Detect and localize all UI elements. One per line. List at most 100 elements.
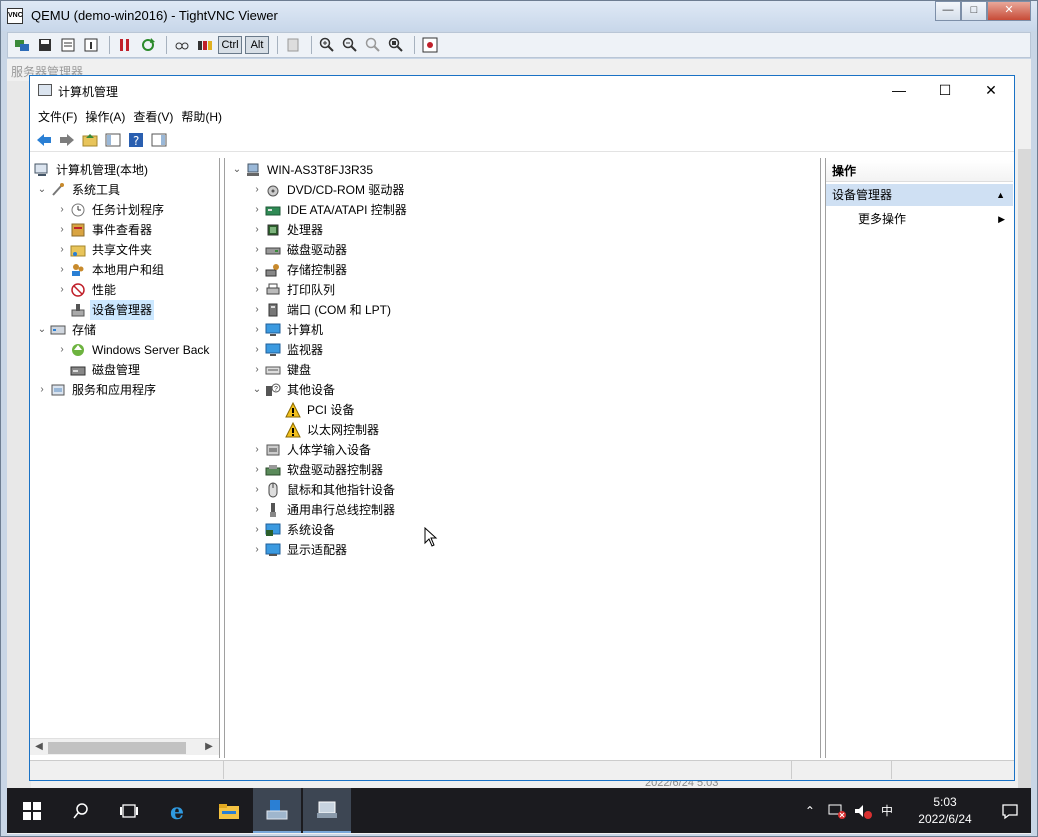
background-window-scrollbar[interactable] [1018,149,1031,789]
device-category[interactable]: › DVD/CD-ROM 驱动器 [249,180,406,200]
mmc-close-button[interactable]: ✕ [968,76,1014,106]
menu-help[interactable]: 帮助(H) [181,106,230,126]
chevron-up-icon[interactable]: ⌃ [805,804,815,818]
forward-arrow-icon[interactable] [57,130,77,150]
tree-item-performance[interactable]: › 性能 [54,280,118,300]
device-category[interactable]: ⌄? 其他设备 [249,380,337,400]
device-category[interactable]: › IDE ATA/ATAPI 控制器 [249,200,409,220]
chevron-right-icon[interactable]: › [249,342,265,358]
device-item-unknown[interactable]: PCI 设备 [269,400,356,420]
volume-muted-icon[interactable] [853,803,873,819]
clipboard-icon[interactable] [283,35,303,55]
chevron-right-icon[interactable]: › [249,462,265,478]
more-actions-item[interactable]: 更多操作 ▶ [826,208,1013,230]
chevron-right-icon[interactable]: › [249,522,265,538]
start-button[interactable] [7,788,57,833]
refresh-icon[interactable] [138,35,158,55]
options-icon[interactable] [58,35,78,55]
tree-item-system-tools[interactable]: ⌄ 系统工具 [34,180,122,200]
menu-action[interactable]: 操作(A) [85,106,133,126]
pause-icon[interactable] [115,35,135,55]
horizontal-scrollbar[interactable]: ◀ ▶ [30,738,219,755]
tree-item-task-scheduler[interactable]: › 任务计划程序 [54,200,166,220]
chevron-right-icon[interactable]: › [54,202,70,218]
ctrl-key-button[interactable]: Ctrl [218,36,242,54]
new-connection-icon[interactable] [12,35,32,55]
chevron-right-icon[interactable]: › [249,242,265,258]
task-view-button[interactable] [105,788,153,833]
chevron-right-icon[interactable]: › [249,322,265,338]
scroll-right-icon[interactable]: ▶ [202,740,216,754]
chevron-right-icon[interactable]: › [54,242,70,258]
tree-item-shared-folders[interactable]: › 共享文件夹 [54,240,154,260]
tree-item-local-users[interactable]: › 本地用户和组 [54,260,166,280]
chevron-right-icon[interactable]: › [54,342,70,358]
taskbar-computer-management[interactable] [303,788,351,833]
chevron-right-icon[interactable]: › [249,302,265,318]
device-category[interactable]: › 处理器 [249,220,325,240]
device-category[interactable]: › 监视器 [249,340,325,360]
tree-item-computer-management[interactable]: 计算机管理(本地) [34,160,150,180]
chevron-right-icon[interactable]: › [249,482,265,498]
chevron-right-icon[interactable]: › [54,262,70,278]
show-hide-tree-icon[interactable] [103,130,123,150]
device-category[interactable]: › 计算机 [249,320,325,340]
tree-item-computer[interactable]: ⌄ WIN-AS3T8FJ3R35 [229,160,375,180]
chevron-right-icon[interactable]: › [249,262,265,278]
taskbar-internet-explorer[interactable]: e [155,788,203,833]
chevron-down-icon[interactable]: ⌄ [229,162,245,178]
chevron-right-icon[interactable]: › [54,282,70,298]
chevron-right-icon[interactable]: › [249,202,265,218]
device-category[interactable]: › 显示适配器 [249,540,349,560]
collapse-up-icon[interactable]: ▲ [996,184,1005,206]
chevron-down-icon[interactable]: ⌄ [249,382,265,398]
device-category[interactable]: › 系统设备 [249,520,337,540]
fullscreen-icon[interactable] [420,35,440,55]
vnc-titlebar[interactable]: VNC QEMU (demo-win2016) - TightVNC Viewe… [1,1,1037,31]
tree-item-event-viewer[interactable]: › 事件查看器 [54,220,154,240]
zoom-100-icon[interactable] [363,35,383,55]
tree-item-services-apps[interactable]: › 服务和应用程序 [34,380,158,400]
mmc-maximize-button[interactable]: ☐ [922,76,968,106]
chevron-down-icon[interactable]: ⌄ [34,322,50,338]
notification-icon[interactable] [1001,802,1019,820]
remote-desktop[interactable]: 服务器管理器 2022/6/24 5:03 计算机管理 — ☐ ✕ 文件(F) … [7,59,1031,834]
device-category[interactable]: › 存储控制器 [249,260,349,280]
taskbar-file-explorer[interactable] [205,788,253,833]
close-button[interactable]: ✕ [987,1,1031,21]
chevron-right-icon[interactable]: › [249,282,265,298]
alt-key-button[interactable]: Alt [245,36,269,54]
chevron-down-icon[interactable]: ⌄ [34,182,50,198]
transfer-icon[interactable] [172,35,192,55]
input-method-indicator[interactable]: 中 [881,802,893,819]
device-category[interactable]: › 键盘 [249,360,313,380]
network-disconnected-icon[interactable] [827,803,847,819]
menu-view[interactable]: 查看(V) [133,106,181,126]
device-category[interactable]: › 鼠标和其他指针设备 [249,480,397,500]
device-category[interactable]: › 磁盘驱动器 [249,240,349,260]
zoom-out-icon[interactable] [340,35,360,55]
mmc-titlebar[interactable]: 计算机管理 — ☐ ✕ [30,76,1014,106]
chevron-right-icon[interactable]: › [249,182,265,198]
chevron-right-icon[interactable]: › [34,382,50,398]
taskbar-server-manager[interactable] [253,788,301,833]
scroll-left-icon[interactable]: ◀ [32,740,46,754]
mmc-minimize-button[interactable]: — [876,76,922,106]
chevron-right-icon[interactable]: › [249,222,265,238]
chevron-right-icon[interactable]: › [249,542,265,558]
back-arrow-icon[interactable] [34,130,54,150]
search-button[interactable] [57,788,105,833]
show-action-pane-icon[interactable] [149,130,169,150]
chevron-right-icon[interactable]: › [249,362,265,378]
tree-item-storage[interactable]: ⌄ 存储 [34,320,98,340]
device-category[interactable]: › 人体学输入设备 [249,440,373,460]
device-category[interactable]: › 通用串行总线控制器 [249,500,397,520]
scrollbar-thumb[interactable] [48,742,186,754]
device-category[interactable]: › 软盘驱动器控制器 [249,460,385,480]
tree-item-disk-management[interactable]: 磁盘管理 [54,360,142,380]
tree-item-windows-backup[interactable]: › Windows Server Back [54,340,211,360]
actions-group-device-manager[interactable]: 设备管理器 ▲ [826,184,1013,206]
ctrl-alt-del-icon[interactable] [195,35,215,55]
info-icon[interactable] [81,35,101,55]
up-folder-icon[interactable] [80,130,100,150]
